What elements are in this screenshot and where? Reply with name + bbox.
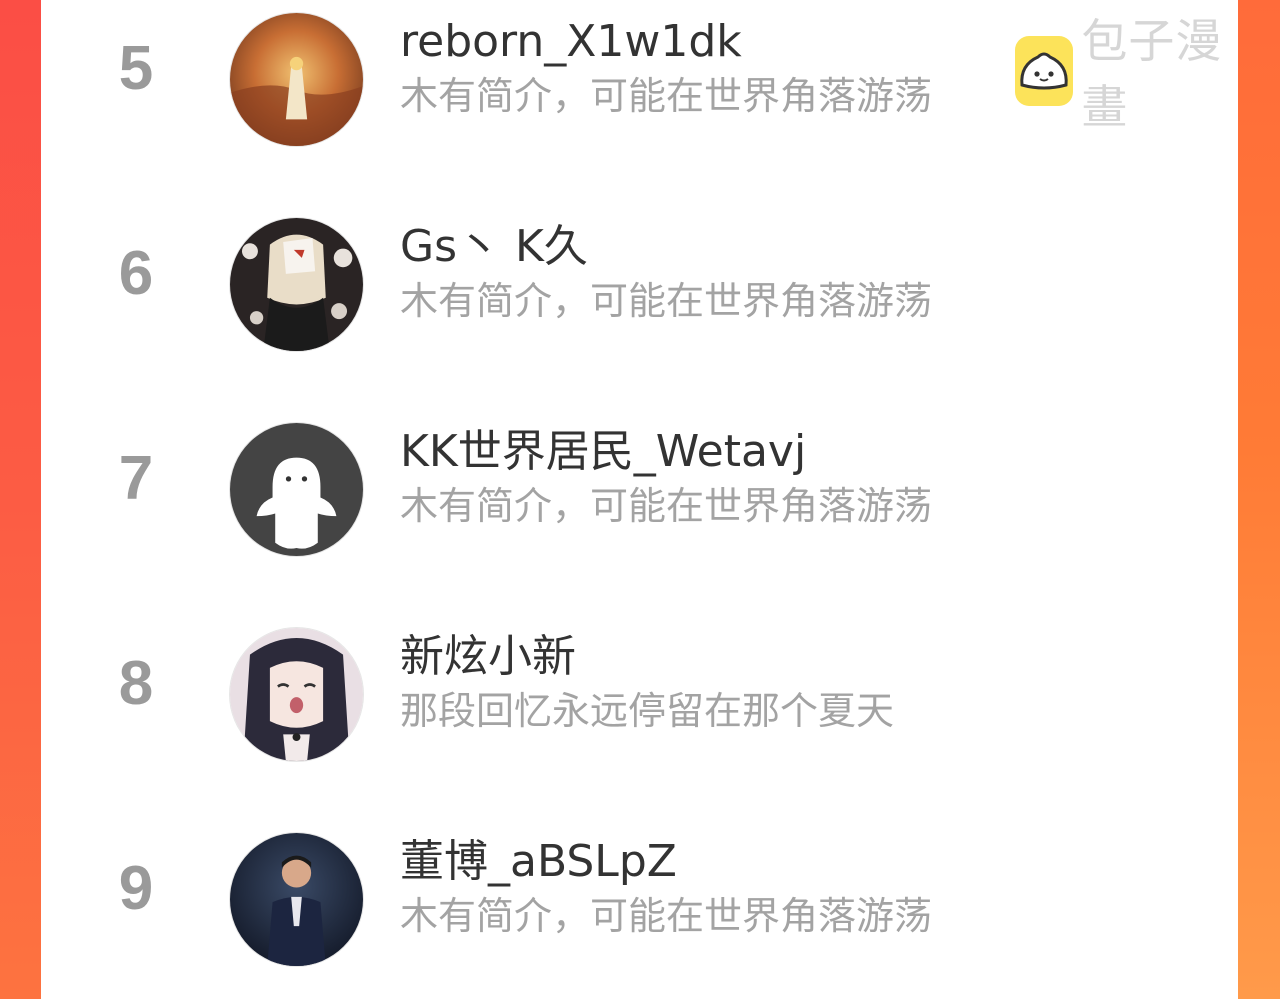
user-bio: 木有简介，可能在世界角落游荡	[400, 894, 933, 938]
default-ghost-avatar[interactable]	[230, 423, 363, 556]
user-name[interactable]: 新炫小新	[400, 632, 576, 681]
anime-girl-yawning-avatar[interactable]	[230, 628, 363, 761]
ranking-row[interactable]: 8 新炫小新 那段回忆永远停留在那个夏天	[41, 615, 1238, 765]
boy-in-suit-avatar[interactable]	[230, 833, 363, 966]
user-name[interactable]: KK世界居民_Wetavj	[400, 427, 806, 476]
rank-number: 8	[118, 649, 154, 718]
right-frame	[1238, 0, 1280, 999]
rank-number: 6	[118, 239, 154, 308]
user-name[interactable]: reborn_X1w1dk	[400, 17, 742, 66]
user-bio: 那段回忆永远停留在那个夏天	[400, 689, 895, 733]
user-name[interactable]: 董博_aBSLpZ	[400, 837, 677, 886]
rank-number: 5	[118, 34, 154, 103]
rank-number: 9	[118, 854, 154, 923]
rank-number: 7	[118, 444, 154, 513]
anime-character-sunset-avatar[interactable]	[230, 13, 363, 146]
bun-face-icon	[1015, 36, 1074, 106]
ranking-row[interactable]: 6 Gs丶 K久 木有简介，可能在世界角落游荡	[41, 205, 1238, 355]
masked-anime-girl-avatar[interactable]	[230, 218, 363, 351]
watermark-logo: 包子漫畫	[1015, 14, 1238, 134]
user-bio: 木有简介，可能在世界角落游荡	[400, 484, 933, 528]
ranking-row[interactable]: 7 KK世界居民_Wetavj 木有简介，可能在世界角落游荡	[41, 410, 1238, 560]
user-bio: 木有简介，可能在世界角落游荡	[400, 279, 933, 323]
watermark-text: 包子漫畫	[1081, 14, 1223, 134]
user-name[interactable]: Gs丶 K久	[400, 222, 588, 271]
ranking-panel: 5 reborn_X1w1dk 木有简介，可能在世界角落游荡 6 Gs丶 K久 …	[41, 0, 1238, 999]
user-bio: 木有简介，可能在世界角落游荡	[400, 74, 933, 118]
ranking-row[interactable]: 9 董博_aBSLpZ 木有简介，可能在世界角落游荡	[41, 820, 1238, 970]
